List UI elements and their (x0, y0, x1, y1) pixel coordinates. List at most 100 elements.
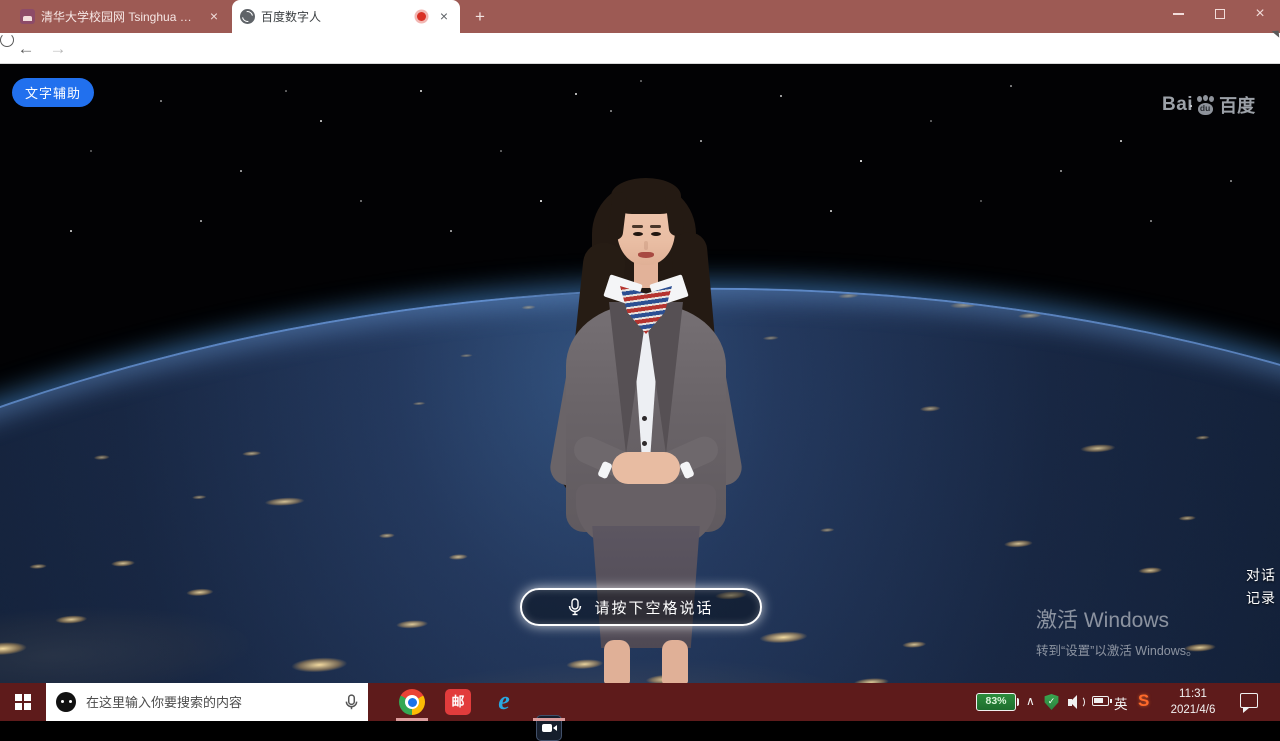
city-light (92, 454, 112, 461)
baidu-logo: Bai du 百度 (1162, 92, 1255, 118)
search-mic-icon[interactable] (345, 694, 358, 711)
star (540, 200, 542, 202)
city-light (259, 495, 310, 508)
eyebrow (650, 225, 661, 228)
star (640, 80, 642, 82)
city-light (377, 532, 397, 539)
action-center-icon[interactable] (1240, 693, 1258, 708)
city-light (190, 494, 208, 500)
tsinghua-favicon-icon (20, 9, 35, 24)
speaker-icon[interactable] (1068, 695, 1086, 709)
city-light (519, 304, 537, 310)
city-light (108, 559, 138, 569)
clock-time: 11:31 (1160, 686, 1226, 702)
city-light (579, 335, 601, 342)
star (1060, 170, 1062, 172)
nose (644, 241, 648, 250)
start-button[interactable] (0, 683, 46, 721)
tab-close-icon[interactable]: × (436, 9, 452, 25)
city-light (458, 353, 474, 358)
globe-favicon-icon (240, 9, 255, 24)
record-button[interactable]: 记录 (1246, 588, 1276, 608)
push-to-talk-button[interactable]: 请按下空格说话 (520, 588, 762, 626)
city-light (234, 623, 942, 683)
forward-icon[interactable]: → (46, 37, 70, 61)
window-minimize-button[interactable] (1158, 0, 1198, 28)
star (980, 200, 982, 202)
browser-toolbar: ← → digitalhuman.baidu.com /cloud/react … (0, 33, 1280, 64)
search-input[interactable] (86, 695, 345, 710)
dialog-button[interactable]: 对话 (1246, 565, 1276, 585)
text-assist-button[interactable]: 文字辅助 (12, 78, 94, 107)
star (1230, 180, 1232, 182)
taskbar-clock[interactable]: 11:31 2021/4/6 (1160, 686, 1226, 718)
hair (664, 189, 684, 236)
star (285, 90, 287, 92)
tab-digitalhuman[interactable]: 百度数字人 × (232, 0, 460, 33)
baidu-logo-du: du (1194, 103, 1216, 113)
face (617, 191, 675, 265)
tab-tsinghua[interactable]: 清华大学校园网 Tsinghua Univ × (12, 0, 230, 33)
tab-title: 清华大学校园网 Tsinghua Univ (41, 8, 200, 25)
star (1120, 140, 1122, 142)
star (610, 110, 612, 112)
city-light (1000, 538, 1036, 549)
city-light (946, 300, 982, 310)
city-light (446, 552, 470, 560)
digital-human-stage: 文字辅助 Bai du 百度 请按下空格说话 对话 记录 激活 Windows … (0, 64, 1280, 683)
city-light (761, 334, 781, 340)
new-tab-button[interactable]: + (470, 7, 490, 27)
star (70, 230, 72, 232)
baidu-logo-latin: Bai (1162, 94, 1193, 116)
city-light (392, 618, 433, 630)
city-light (240, 450, 264, 457)
recording-dot-icon (417, 12, 426, 21)
city-light (818, 527, 836, 533)
city-light (1135, 566, 1165, 576)
star (1150, 220, 1152, 222)
star (780, 95, 782, 97)
city-lights (0, 205, 1280, 383)
sogou-input-icon[interactable]: S (1138, 691, 1149, 711)
neck (634, 260, 658, 288)
city-light (1193, 434, 1211, 440)
city-light (0, 581, 306, 683)
internet-explorer-icon[interactable]: e (491, 689, 517, 715)
taskbar-search-box[interactable] (46, 683, 368, 721)
battery-widget[interactable]: 83% (976, 693, 1016, 711)
city-light (27, 563, 49, 570)
hair (607, 191, 628, 240)
star (160, 100, 162, 102)
star (500, 150, 502, 152)
tab-title: 百度数字人 (261, 8, 407, 25)
star (360, 200, 362, 202)
star (420, 90, 422, 92)
tab-close-icon[interactable]: × (206, 9, 222, 25)
city-light (899, 640, 929, 650)
city-light (1076, 442, 1121, 455)
back-icon[interactable]: ← (14, 37, 38, 61)
windows-activation-watermark: 激活 Windows 转到“设置”以激活 Windows。 (1036, 604, 1199, 659)
star (90, 150, 92, 152)
chrome-app-icon[interactable] (399, 689, 425, 715)
microphone-icon (568, 598, 582, 616)
star (700, 140, 702, 142)
mail-app-icon[interactable]: 邮 (445, 689, 471, 715)
hair (611, 178, 681, 214)
city-light (753, 629, 814, 647)
star (830, 210, 832, 212)
browser-titlebar: 清华大学校园网 Tsinghua Univ × 百度数字人 × + × (0, 0, 1280, 33)
window-close-button[interactable]: × (1240, 0, 1280, 28)
city-light (411, 401, 427, 406)
battery-tray-icon[interactable] (1092, 696, 1109, 706)
star (1010, 85, 1012, 87)
language-indicator[interactable]: 英 (1114, 693, 1128, 713)
tray-chevron-icon[interactable]: ∧ (1026, 694, 1035, 708)
refresh-icon[interactable] (0, 33, 14, 47)
city-light (917, 404, 943, 413)
window-maximize-button[interactable] (1200, 0, 1240, 28)
defender-shield-icon[interactable]: ✓ (1044, 694, 1059, 710)
watermark-line1: 激活 Windows (1036, 604, 1199, 634)
baidu-paw-icon: du (1194, 94, 1216, 116)
star (200, 220, 202, 222)
